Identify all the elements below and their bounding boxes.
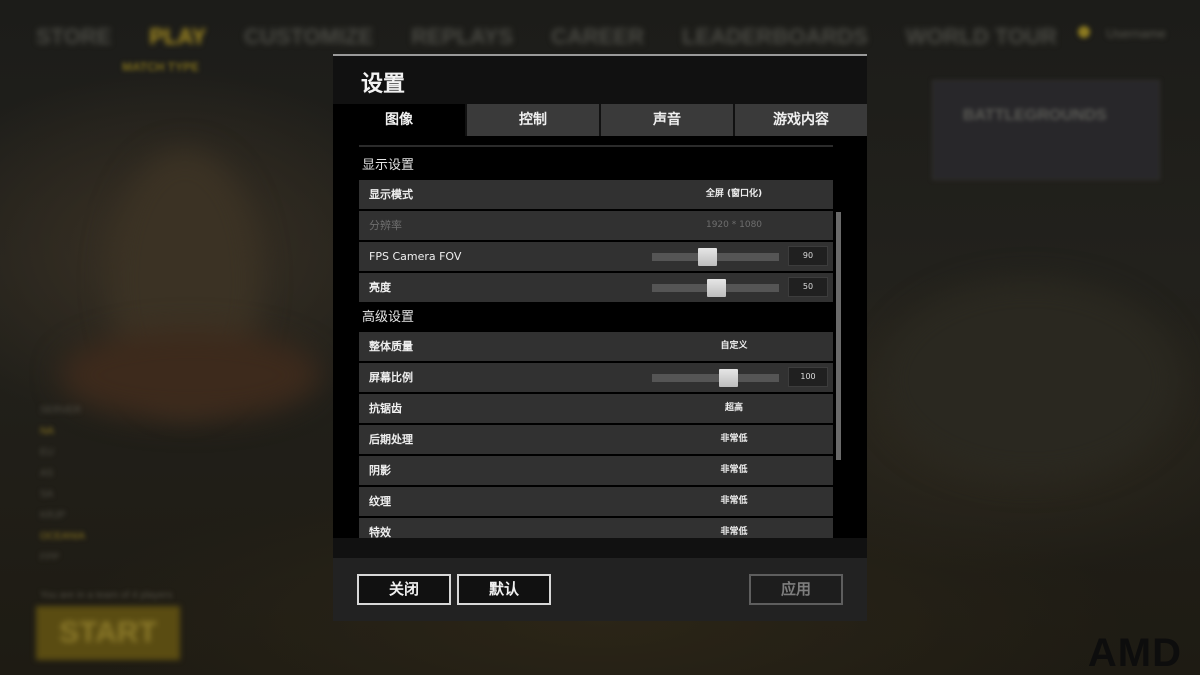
bg-side-item: KRJP [40, 510, 66, 521]
background-main-nav: STORE PLAY CUSTOMIZE REPLAYS CAREER LEAD… [36, 24, 1057, 50]
content-divider [359, 145, 833, 147]
tab-sound[interactable]: 声音 [599, 104, 733, 136]
settings-list: 显示设置 显示模式 全屏 (窗口化) 分辨率 1920 * 1080 FPS C… [359, 150, 833, 538]
scrollbar-thumb[interactable] [836, 212, 841, 460]
bg-side-item: NA [40, 426, 54, 437]
settings-tabs: 图像 控制 声音 游戏内容 [333, 104, 867, 136]
setting-label: 抗锯齿 [369, 402, 402, 415]
setting-label: 后期处理 [369, 433, 413, 446]
setting-label: 阴影 [369, 464, 391, 477]
bg-nav-customize: CUSTOMIZE [244, 24, 374, 49]
bg-currency-icon [1078, 26, 1091, 38]
setting-resolution: 分辨率 1920 * 1080 [359, 211, 833, 240]
setting-label: 显示模式 [369, 188, 413, 201]
bg-ad-text: BATTLEGROUNDS [963, 107, 1107, 124]
tab-gameplay[interactable]: 游戏内容 [733, 104, 867, 136]
setting-post-processing[interactable]: 后期处理 非常低 [359, 425, 833, 454]
bg-nav-replays: REPLAYS [411, 24, 514, 49]
display-mode-select[interactable]: 全屏 (窗口化) [649, 180, 819, 209]
default-button[interactable]: 默认 [457, 574, 551, 605]
bg-side-item: FPP [40, 552, 60, 563]
section-advanced: 高级设置 [362, 310, 415, 325]
background-vehicle [60, 330, 320, 420]
effects-select[interactable]: 非常低 [649, 518, 819, 538]
setting-label: 分辨率 [369, 219, 402, 232]
setting-label: 特效 [369, 526, 391, 538]
setting-label: 纹理 [369, 495, 391, 508]
bg-user-area: Username [1078, 26, 1166, 41]
bg-start-note: You are in a team of 4 players [40, 590, 173, 601]
bg-side-item: SA [40, 489, 54, 500]
apply-button[interactable]: 应用 [749, 574, 843, 605]
slider-thumb[interactable] [697, 248, 717, 266]
setting-textures[interactable]: 纹理 非常低 [359, 487, 833, 516]
background-foliage [880, 280, 1180, 480]
fov-value-input[interactable]: 90 [788, 246, 828, 266]
tab-controls[interactable]: 控制 [465, 104, 599, 136]
bg-nav-play: PLAY [149, 24, 207, 49]
setting-label: 亮度 [369, 281, 391, 294]
antialiasing-select[interactable]: 超高 [649, 394, 819, 423]
brightness-slider[interactable] [652, 279, 779, 297]
bg-ad-banner: BATTLEGROUNDS [932, 80, 1160, 180]
overall-quality-select[interactable]: 自定义 [649, 332, 819, 361]
setting-screen-scale: 屏幕比例 100 [359, 363, 833, 392]
settings-dialog: 设置 图像 控制 声音 游戏内容 显示设置 显示模式 全屏 (窗口化) 分辨率 … [333, 54, 867, 621]
setting-display-mode[interactable]: 显示模式 全屏 (窗口化) [359, 180, 833, 209]
bg-match-type: MATCH TYPE [122, 60, 200, 74]
settings-content: 显示设置 显示模式 全屏 (窗口化) 分辨率 1920 * 1080 FPS C… [333, 136, 867, 538]
bg-side-item: SERVER [40, 405, 81, 416]
screen-scale-value-input[interactable]: 100 [788, 367, 828, 387]
textures-select[interactable]: 非常低 [649, 487, 819, 516]
screen-scale-slider[interactable] [652, 369, 779, 387]
bg-side-item: EU [40, 447, 54, 458]
resolution-select: 1920 * 1080 [705, 220, 763, 230]
slider-thumb[interactable] [719, 369, 739, 387]
amd-watermark: AMD [1087, 631, 1182, 675]
slider-thumb[interactable] [706, 279, 726, 297]
bg-nav-store: STORE [36, 24, 112, 49]
setting-label: FPS Camera FOV [369, 250, 462, 263]
bg-server-list: SERVER NA EU AS SA KRJP OCEANIA FPP [40, 400, 85, 568]
setting-brightness: 亮度 50 [359, 273, 833, 302]
setting-fov: FPS Camera FOV 90 [359, 242, 833, 271]
brightness-value-input[interactable]: 50 [788, 277, 828, 297]
setting-label: 屏幕比例 [369, 371, 413, 384]
tab-graphics[interactable]: 图像 [333, 104, 465, 136]
section-display: 显示设置 [362, 158, 415, 173]
setting-antialiasing[interactable]: 抗锯齿 超高 [359, 394, 833, 423]
fov-slider[interactable] [652, 248, 779, 266]
shadows-select[interactable]: 非常低 [649, 456, 819, 485]
bg-side-item: OCEANIA [40, 531, 86, 542]
dialog-title: 设置 [361, 72, 406, 97]
bg-nav-world-tour: WORLD TOUR [905, 24, 1057, 49]
post-processing-select[interactable]: 非常低 [649, 425, 819, 454]
dialog-footer: 关闭 默认 应用 [333, 558, 867, 621]
bg-start-button: START [36, 606, 180, 660]
setting-overall-quality[interactable]: 整体质量 自定义 [359, 332, 833, 361]
setting-label: 整体质量 [369, 340, 413, 353]
bg-side-item: AS [40, 468, 54, 479]
bg-nav-leaderboards: LEADERBOARDS [682, 24, 868, 49]
bg-nav-career: CAREER [551, 24, 644, 49]
bg-username: Username [1106, 26, 1166, 41]
setting-effects[interactable]: 特效 非常低 [359, 518, 833, 538]
setting-shadows[interactable]: 阴影 非常低 [359, 456, 833, 485]
close-button[interactable]: 关闭 [357, 574, 451, 605]
dialog-top-border [333, 54, 867, 56]
